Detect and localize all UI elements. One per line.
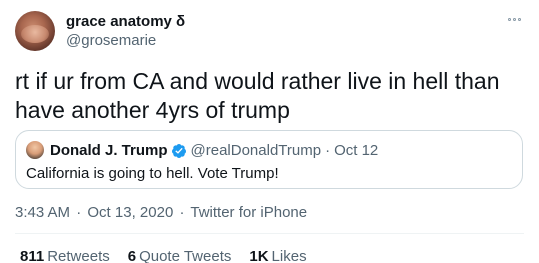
quoted-author-avatar	[26, 141, 44, 159]
quoted-author-handle: @realDonaldTrump	[190, 142, 322, 159]
quote-tweets-stat[interactable]: 6 Quote Tweets	[128, 248, 232, 263]
retweets-count: 811	[20, 248, 45, 263]
retweets-stat[interactable]: 811 Retweets	[20, 248, 110, 263]
quoted-tweet-card[interactable]: Donald J. Trump @realDonaldTrump · Oct 1…	[15, 130, 523, 189]
tweet-source[interactable]: Twitter for iPhone	[190, 204, 307, 221]
tweet-timestamp: 3:43 AM · Oct 13, 2020 · Twitter for iPh…	[15, 204, 307, 222]
likes-stat[interactable]: 1K Likes	[249, 248, 306, 263]
tweet-date[interactable]: Oct 13, 2020	[87, 204, 173, 221]
likes-label: Likes	[271, 248, 307, 263]
quoted-tweet-date: Oct 12	[334, 142, 379, 159]
engagement-stats: 811 Retweets 6 Quote Tweets 1K Likes	[20, 248, 307, 263]
retweets-label: Retweets	[47, 248, 110, 263]
quote-tweets-label: Quote Tweets	[139, 248, 232, 263]
quoted-meta-separator: ·	[325, 142, 331, 159]
more-options-icon[interactable]	[505, 14, 523, 24]
quoted-tweet-header: Donald J. Trump @realDonaldTrump · Oct 1…	[50, 141, 378, 160]
author-avatar[interactable]	[15, 11, 55, 51]
author-name-block[interactable]: grace anatomy δ @grosemarie	[66, 13, 185, 51]
stats-divider	[15, 233, 524, 234]
meta-separator-1: ·	[76, 204, 82, 221]
author-display-name[interactable]: grace anatomy δ	[66, 13, 185, 31]
author-handle[interactable]: @grosemarie	[66, 31, 185, 51]
quoted-tweet-text: California is going to hell. Vote Trump!	[26, 165, 279, 182]
likes-count: 1K	[249, 248, 269, 263]
verified-badge-icon	[171, 143, 186, 158]
tweet-time[interactable]: 3:43 AM	[15, 204, 70, 221]
tweet-text: rt if ur from CA and would rather live i…	[15, 68, 500, 123]
quote-tweets-count: 6	[127, 248, 137, 263]
meta-separator-2: ·	[179, 204, 185, 221]
quoted-author-name: Donald J. Trump	[50, 142, 168, 159]
